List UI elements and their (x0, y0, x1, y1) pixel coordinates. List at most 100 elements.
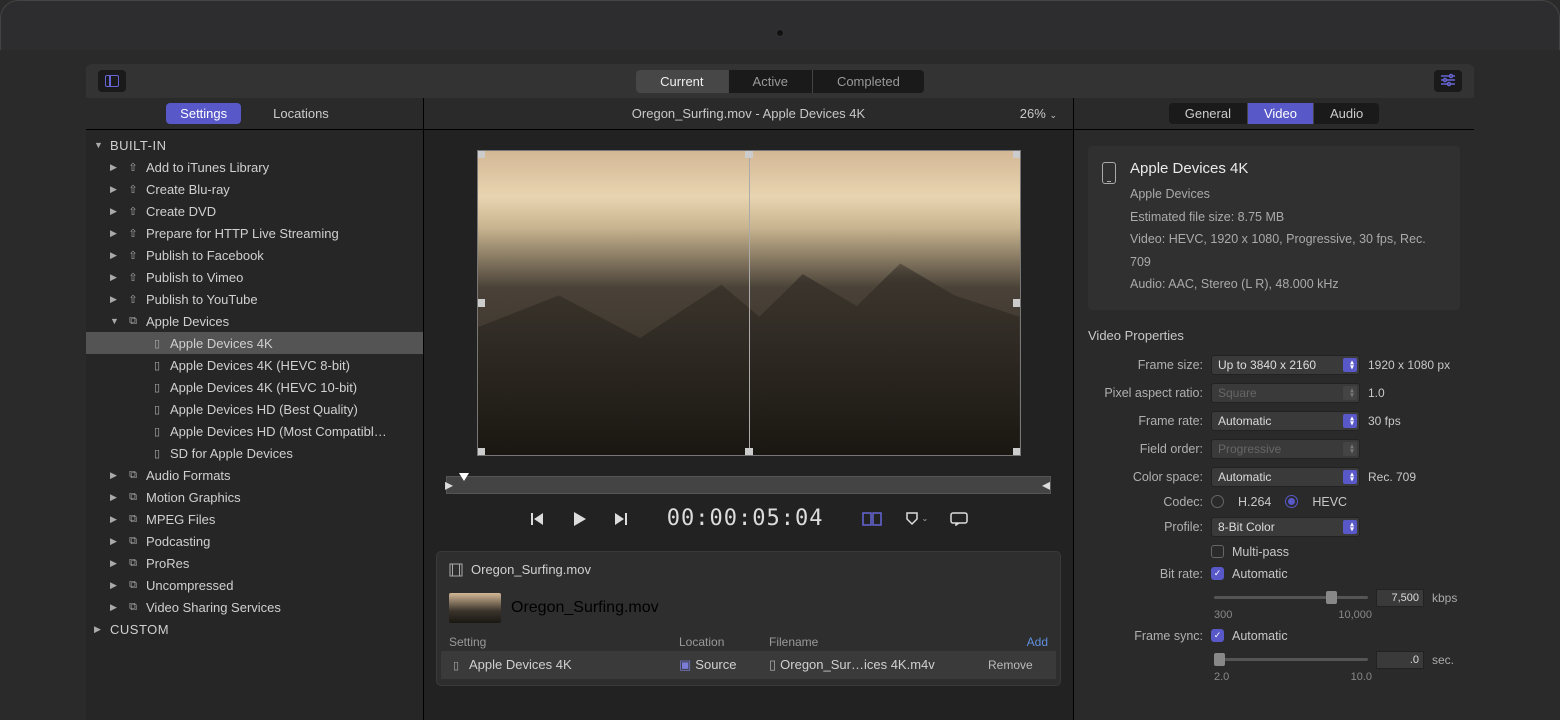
crop-handle[interactable] (477, 150, 485, 158)
input-bitrate[interactable]: 7,500 (1376, 589, 1424, 607)
tree-item-http[interactable]: ▶⇧Prepare for HTTP Live Streaming (86, 222, 423, 244)
label-frame-sync: Frame sync: (1088, 629, 1203, 643)
tree-item-apple-4k[interactable]: ▯Apple Devices 4K (86, 332, 423, 354)
tree-item-sharing[interactable]: ▶⧉Video Sharing Services (86, 596, 423, 618)
add-button[interactable]: Add (1000, 635, 1048, 649)
sync-max: 10.0 (1351, 671, 1372, 683)
crop-handle[interactable] (477, 299, 485, 307)
devices-icon: ⧉ (126, 314, 140, 328)
phone-icon: ▯ (150, 424, 164, 438)
tab-active[interactable]: Active (729, 70, 813, 93)
col-setting: Setting (449, 635, 679, 649)
value-frame-rate: 30 fps (1368, 414, 1460, 428)
tab-general[interactable]: General (1169, 103, 1248, 124)
play-button[interactable] (569, 509, 589, 529)
tree-item-audio-formats[interactable]: ▶⧉Audio Formats (86, 464, 423, 486)
movie-icon (449, 563, 463, 577)
compare-button[interactable] (862, 511, 882, 527)
checkbox-multipass[interactable] (1211, 545, 1224, 558)
tree-item-facebook[interactable]: ▶⇧Publish to Facebook (86, 244, 423, 266)
select-color-space[interactable]: Automatic▴▾ (1211, 467, 1360, 487)
tree-item-apple-hd-best[interactable]: ▯Apple Devices HD (Best Quality) (86, 398, 423, 420)
tree-item-apple-4k-8bit[interactable]: ▯Apple Devices 4K (HEVC 8-bit) (86, 354, 423, 376)
sidebar-toggle-button[interactable] (98, 70, 126, 92)
select-profile[interactable]: 8-Bit Color▴▾ (1211, 517, 1360, 537)
skip-back-button[interactable] (529, 510, 547, 528)
tree-item-apple-sd[interactable]: ▯SD for Apple Devices (86, 442, 423, 464)
radio-h264[interactable] (1211, 495, 1224, 508)
label-sync-auto: Automatic (1232, 629, 1288, 643)
crop-handle[interactable] (745, 150, 753, 158)
tab-completed[interactable]: Completed (813, 70, 924, 93)
zoom-menu[interactable]: 26% ⌄ (1020, 106, 1057, 121)
slider-frame-sync[interactable] (1214, 658, 1368, 661)
tree-item-prores[interactable]: ▶⧉ProRes (86, 552, 423, 574)
select-frame-size[interactable]: Up to 3840 x 2160▴▾ (1211, 355, 1360, 375)
tree-item-bluray[interactable]: ▶⇧Create Blu-ray (86, 178, 423, 200)
tree-item-podcasting[interactable]: ▶⧉Podcasting (86, 530, 423, 552)
phone-icon: ▯ (150, 402, 164, 416)
chevron-down-icon: ⌄ (922, 514, 929, 523)
tree-item-mpeg[interactable]: ▶⧉MPEG Files (86, 508, 423, 530)
timeline-scrubber[interactable]: ▸ ◂ (446, 476, 1051, 494)
timeline-in-icon[interactable]: ▸ (445, 475, 455, 497)
crop-handle[interactable] (1013, 448, 1021, 456)
playhead-icon[interactable] (459, 473, 469, 481)
tree-item-apple-4k-10bit[interactable]: ▯Apple Devices 4K (HEVC 10-bit) (86, 376, 423, 398)
checkbox-sync-auto[interactable]: ✓ (1211, 629, 1224, 642)
disclosure-triangle-icon: ▶ (110, 558, 122, 569)
value-par: 1.0 (1368, 386, 1460, 400)
tree-item-youtube[interactable]: ▶⇧Publish to YouTube (86, 288, 423, 310)
value-frame-size: 1920 x 1080 px (1368, 358, 1460, 372)
timeline-out-icon[interactable]: ◂ (1042, 475, 1052, 497)
radio-label-hevc: HEVC (1312, 495, 1347, 509)
batch-row[interactable]: ▯Apple Devices 4K ▣Source ▯Oregon_Sur…ic… (441, 651, 1056, 679)
label-bitrate-auto: Automatic (1232, 567, 1288, 581)
tree-item-dvd[interactable]: ▶⇧Create DVD (86, 200, 423, 222)
radio-hevc[interactable] (1285, 495, 1298, 508)
playback-controls: 00:00:05:04 ⌄ (424, 494, 1073, 543)
share-icon: ⇧ (126, 160, 140, 174)
sidebar-icon (105, 75, 119, 87)
sliders-icon (1440, 73, 1456, 90)
preset-icon: ⧉ (126, 512, 140, 526)
captions-button[interactable] (950, 512, 968, 526)
select-frame-rate[interactable]: Automatic▴▾ (1211, 411, 1360, 431)
tab-settings[interactable]: Settings (166, 103, 241, 124)
tree-header-custom[interactable]: ▶CUSTOM (86, 618, 423, 640)
tree-item-motion[interactable]: ▶⧉Motion Graphics (86, 486, 423, 508)
bitrate-min: 300 (1214, 609, 1232, 621)
disclosure-triangle-icon: ▶ (110, 470, 122, 481)
toolbar: Current Active Completed (86, 64, 1474, 98)
checkbox-bitrate-auto[interactable]: ✓ (1211, 567, 1224, 580)
tree-item-uncompressed[interactable]: ▶⧉Uncompressed (86, 574, 423, 596)
tab-video[interactable]: Video (1248, 103, 1314, 124)
crop-handle[interactable] (1013, 150, 1021, 158)
tree-header-builtin[interactable]: ▼BUILT-IN (86, 134, 423, 156)
tree-item-apple-devices[interactable]: ▼⧉Apple Devices (86, 310, 423, 332)
share-icon: ⇧ (126, 204, 140, 218)
crop-handle[interactable] (477, 448, 485, 456)
inspector-toggle-button[interactable] (1434, 70, 1462, 92)
tab-locations[interactable]: Locations (259, 103, 343, 124)
tree-item-vimeo[interactable]: ▶⇧Publish to Vimeo (86, 266, 423, 288)
video-preview[interactable] (477, 150, 1021, 456)
tree-item-apple-hd-compat[interactable]: ▯Apple Devices HD (Most Compatibl… (86, 420, 423, 442)
preset-title: Apple Devices 4K (1130, 160, 1446, 177)
label-par: Pixel aspect ratio: (1088, 386, 1203, 400)
tab-current[interactable]: Current (636, 70, 728, 93)
timecode-display[interactable]: 00:00:05:04 (667, 506, 824, 531)
slider-bitrate[interactable] (1214, 596, 1368, 599)
crop-handle[interactable] (1013, 299, 1021, 307)
skip-forward-button[interactable] (611, 510, 629, 528)
label-field-order: Field order: (1088, 442, 1203, 456)
input-frame-sync[interactable]: .0 (1376, 651, 1424, 669)
tree-item-itunes[interactable]: ▶⇧Add to iTunes Library (86, 156, 423, 178)
remove-button[interactable]: Remove (988, 658, 1048, 672)
marker-button[interactable]: ⌄ (904, 511, 929, 527)
disclosure-triangle-icon: ▶ (110, 206, 122, 217)
batch-item[interactable]: Oregon_Surfing.mov (441, 587, 1056, 629)
tab-audio[interactable]: Audio (1314, 103, 1379, 124)
label-bitrate: Bit rate: (1088, 567, 1203, 581)
crop-handle[interactable] (745, 448, 753, 456)
